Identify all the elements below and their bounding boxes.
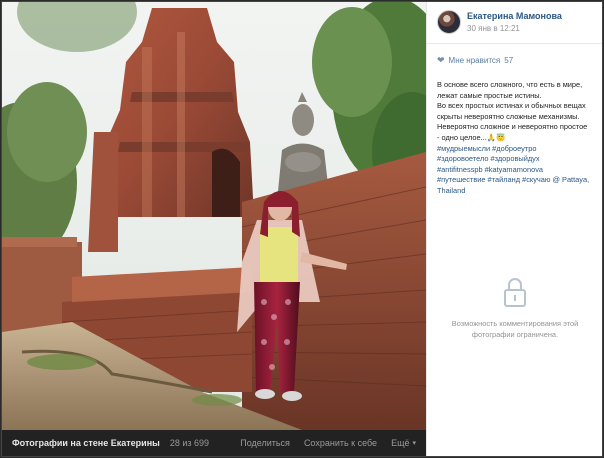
more-label: Ещё bbox=[391, 438, 410, 448]
chevron-down-icon: ▾ bbox=[412, 440, 416, 447]
more-button[interactable]: Ещё ▾ bbox=[391, 438, 416, 448]
hashtag-line[interactable]: #здоровоетело #здоровыйдух bbox=[437, 154, 592, 165]
save-to-album-button[interactable]: Сохранить к себе bbox=[304, 438, 377, 448]
photo[interactable] bbox=[2, 2, 426, 430]
album-link[interactable]: Фотографии на стене Екатерины bbox=[12, 438, 160, 448]
location-line[interactable]: Thailand bbox=[437, 186, 592, 197]
caption-line: В основе всего сложного, что есть в мире… bbox=[437, 80, 583, 89]
photo-bottom-bar: Фотографии на стене Екатерины 28 из 699 … bbox=[2, 430, 426, 456]
caption-line: - одно целое...🙏😇 bbox=[437, 132, 506, 142]
caption-line: Во всех простых истинах и обычных вещах bbox=[437, 101, 586, 111]
post-date[interactable]: 30 янв в 12:21 bbox=[467, 23, 562, 35]
comments-locked-notice: Возможность комментирования этой фотогра… bbox=[427, 276, 602, 340]
caption-line: Невероятно сложное и невероятно простое bbox=[437, 122, 588, 132]
hashtag-line[interactable]: #путешествие #тайланд #скучаю @ Pattaya, bbox=[437, 175, 592, 186]
like-count: 57 bbox=[504, 55, 514, 65]
locked-text-line: фотографии ограничена. bbox=[471, 330, 559, 339]
photo-caption: В основе всего сложного, что есть в мире… bbox=[427, 72, 602, 197]
heart-icon: ❤ bbox=[437, 54, 445, 65]
share-label: Поделиться bbox=[240, 438, 290, 448]
avatar[interactable] bbox=[437, 10, 461, 34]
photo-viewer: Фотографии на стене Екатерины 28 из 699 … bbox=[2, 2, 602, 456]
save-label: Сохранить к себе bbox=[303, 438, 378, 448]
lock-icon bbox=[504, 278, 526, 307]
author-block: Екатерина Мамонова 30 янв в 12:21 bbox=[427, 2, 602, 44]
caption-line: лежат самые простые истины. bbox=[437, 90, 542, 100]
locked-text-line: Возможность комментирования этой bbox=[451, 319, 579, 328]
photo-sidebar: Екатерина Мамонова 30 янв в 12:21 ❤ Мне … bbox=[426, 2, 602, 456]
author-meta: Екатерина Мамонова 30 янв в 12:21 bbox=[467, 10, 562, 35]
caption-line: скрыты невероятно сложные механизмы. bbox=[437, 111, 580, 121]
photo-counter: 28 из 699 bbox=[169, 438, 210, 448]
photo-image bbox=[2, 2, 426, 430]
hashtag-line[interactable]: #мудрыемысли #доброеутро bbox=[437, 144, 592, 155]
like-button[interactable]: ❤ Мне нравится 57 bbox=[427, 48, 602, 72]
hashtag-line[interactable]: #antifitnesspb #katyamamonova bbox=[437, 165, 592, 176]
share-button[interactable]: Поделиться bbox=[240, 438, 290, 448]
like-label: Мне нравится bbox=[448, 55, 501, 65]
author-name[interactable]: Екатерина Мамонова bbox=[467, 10, 562, 22]
